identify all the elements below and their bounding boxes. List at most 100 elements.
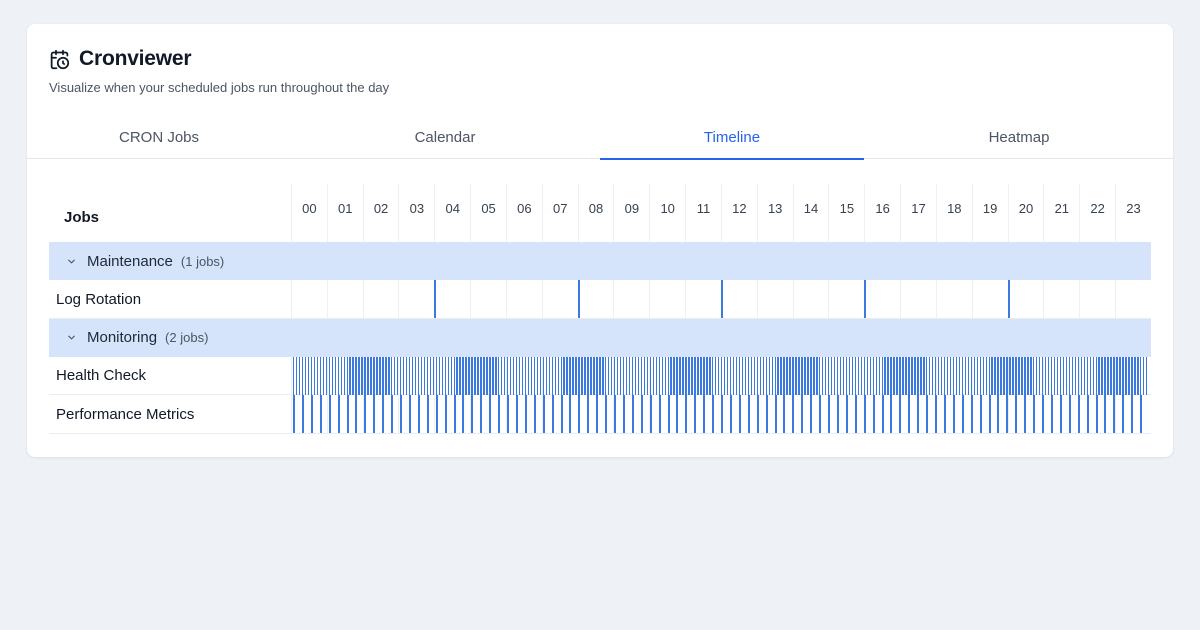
- run-mark: [616, 356, 619, 395]
- run-mark: [382, 356, 384, 395]
- run-mark: [786, 356, 788, 395]
- run-mark: [637, 356, 640, 395]
- run-mark: [1012, 356, 1014, 395]
- run-mark: [649, 356, 652, 395]
- run-mark: [1131, 356, 1133, 395]
- run-mark: [688, 356, 690, 395]
- tab-calendar[interactable]: Calendar: [313, 116, 577, 159]
- run-mark: [872, 356, 874, 395]
- run-mark: [1056, 356, 1059, 395]
- hour-label: 15: [828, 184, 864, 242]
- run-mark: [908, 356, 910, 395]
- run-mark: [325, 356, 328, 395]
- hour-label: 09: [613, 184, 649, 242]
- group-row-maintenance[interactable]: Maintenance (1 jobs): [49, 242, 1151, 280]
- run-mark: [533, 395, 536, 433]
- run-mark: [304, 356, 307, 395]
- run-mark: [902, 356, 904, 395]
- run-mark: [804, 356, 806, 395]
- run-mark: [435, 356, 438, 395]
- run-mark: [1044, 356, 1047, 395]
- run-mark: [839, 356, 842, 395]
- hour-label: 22: [1079, 184, 1115, 242]
- run-mark: [1095, 395, 1098, 433]
- tab-timeline[interactable]: Timeline: [600, 116, 864, 160]
- run-mark: [961, 395, 964, 433]
- run-mark: [896, 356, 898, 395]
- run-mark: [566, 356, 568, 395]
- hour-label: 06: [505, 184, 542, 242]
- run-mark: [970, 356, 973, 395]
- run-mark: [501, 356, 503, 395]
- run-mark: [762, 356, 764, 395]
- run-mark: [661, 356, 663, 395]
- run-mark: [700, 356, 702, 395]
- run-mark: [729, 395, 732, 433]
- group-row-monitoring[interactable]: Monitoring (2 jobs): [49, 318, 1151, 357]
- run-mark: [310, 395, 313, 433]
- run-mark: [932, 356, 934, 395]
- tab-bar: CRON Jobs Calendar Timeline Heatmap: [27, 116, 1173, 160]
- run-mark: [364, 395, 367, 433]
- run-mark: [973, 356, 976, 395]
- run-mark: [346, 395, 349, 433]
- run-mark: [1146, 356, 1148, 395]
- hour-label: 19: [971, 184, 1008, 242]
- run-mark: [810, 356, 812, 395]
- run-mark: [602, 356, 604, 395]
- run-mark: [899, 356, 901, 395]
- run-mark: [373, 356, 375, 395]
- run-mark: [382, 395, 385, 433]
- run-mark: [619, 356, 622, 395]
- run-mark: [498, 395, 501, 433]
- run-mark: [649, 395, 652, 433]
- run-mark: [462, 356, 464, 395]
- run-mark: [703, 395, 706, 433]
- run-mark: [1116, 356, 1118, 395]
- run-mark: [991, 356, 993, 395]
- run-mark: [640, 356, 643, 395]
- run-mark: [569, 395, 572, 433]
- run-mark: [946, 356, 949, 395]
- run-mark: [828, 395, 830, 433]
- run-mark: [780, 356, 782, 395]
- run-mark: [979, 395, 982, 433]
- run-mark: [685, 395, 688, 433]
- run-mark: [935, 395, 937, 433]
- run-mark: [414, 356, 417, 395]
- run-mark: [988, 356, 990, 395]
- run-mark: [521, 356, 524, 395]
- hour-label: 07: [541, 184, 578, 242]
- run-mark: [789, 356, 791, 395]
- run-mark: [593, 356, 595, 395]
- chevron-down-icon[interactable]: [66, 332, 78, 344]
- run-mark: [1113, 356, 1115, 395]
- run-mark: [509, 356, 512, 395]
- tab-cron-jobs[interactable]: CRON Jobs: [27, 116, 291, 159]
- run-mark: [1062, 356, 1065, 395]
- chevron-down-icon[interactable]: [66, 255, 78, 267]
- run-mark: [997, 356, 999, 395]
- run-mark: [848, 356, 851, 395]
- run-mark: [1137, 356, 1139, 395]
- run-mark: [435, 395, 438, 433]
- run-mark: [857, 356, 860, 395]
- tab-heatmap[interactable]: Heatmap: [887, 116, 1151, 159]
- run-mark: [495, 356, 497, 395]
- run-mark: [301, 395, 304, 433]
- hour-label: 12: [720, 184, 757, 242]
- run-mark: [1092, 356, 1094, 395]
- run-mark: [551, 395, 554, 433]
- run-mark: [1128, 356, 1130, 395]
- run-mark: [970, 395, 973, 433]
- run-mark: [465, 356, 467, 395]
- run-mark: [908, 395, 911, 433]
- run-marks: [291, 356, 1151, 395]
- run-mark: [664, 356, 666, 395]
- run-mark: [926, 356, 928, 395]
- run-mark: [816, 356, 818, 395]
- run-mark: [507, 395, 509, 433]
- run-mark: [471, 356, 473, 395]
- run-mark: [1068, 356, 1071, 395]
- run-mark: [1030, 356, 1032, 395]
